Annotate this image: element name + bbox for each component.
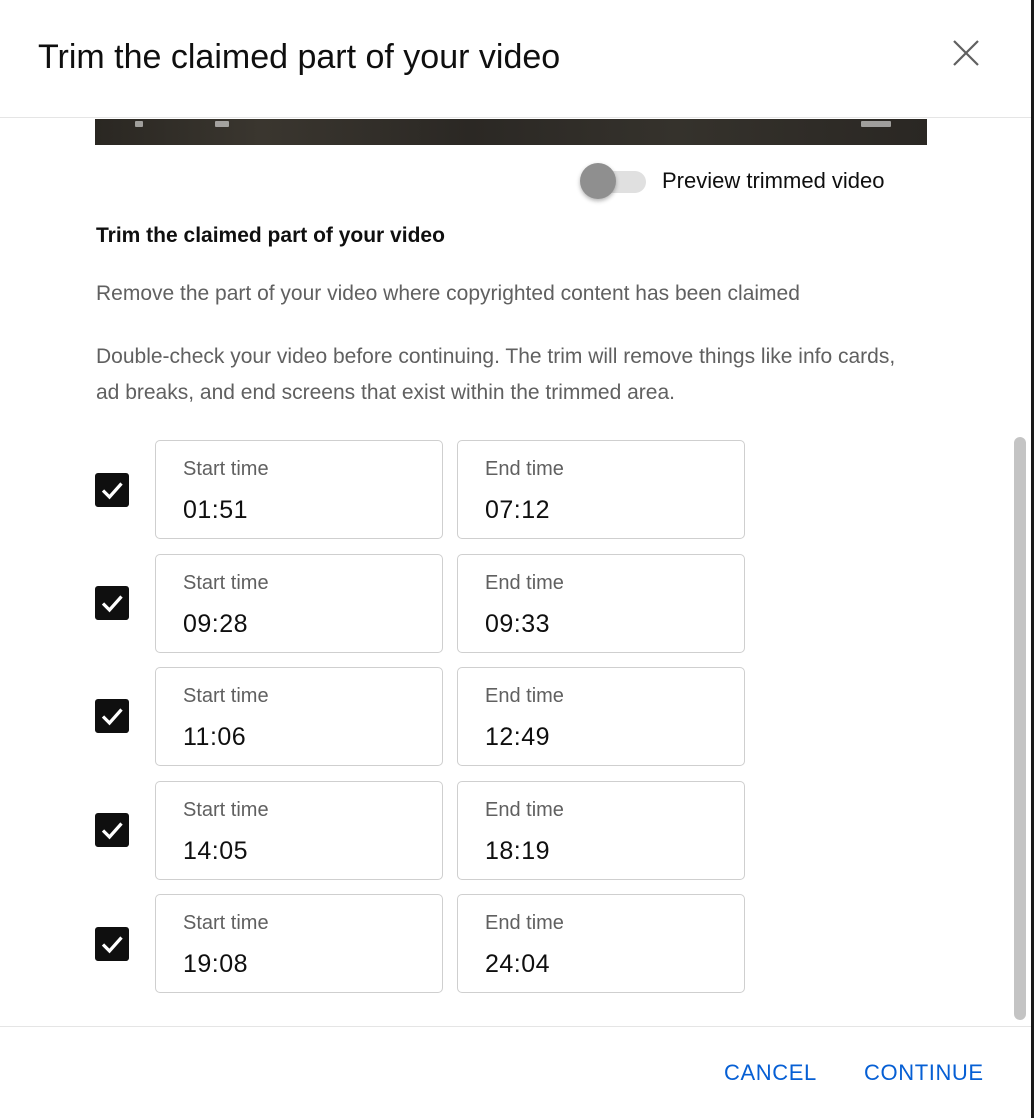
segment-row: Start time 14:05 End time 18:19 xyxy=(0,781,760,881)
checkmark-icon xyxy=(101,708,123,726)
volume-icon xyxy=(215,121,229,127)
end-time-field[interactable]: End time 18:19 xyxy=(457,781,745,880)
start-time-field[interactable]: Start time 19:08 xyxy=(155,894,443,993)
end-time-label: End time xyxy=(485,458,564,480)
checkmark-icon xyxy=(101,482,123,500)
start-time-label: Start time xyxy=(183,799,269,821)
toggle-knob xyxy=(580,163,616,199)
dialog-header: Trim the claimed part of your video xyxy=(0,0,1031,118)
checkmark-icon xyxy=(101,595,123,613)
start-time-field[interactable]: Start time 01:51 xyxy=(155,440,443,539)
start-time-label: Start time xyxy=(183,458,269,480)
play-icon xyxy=(135,121,143,127)
end-time-label: End time xyxy=(485,799,564,821)
close-button[interactable] xyxy=(944,31,988,75)
fullscreen-icon xyxy=(861,121,891,127)
dialog-footer: CANCEL CONTINUE xyxy=(0,1026,1031,1118)
preview-toggle[interactable] xyxy=(580,163,648,199)
segment-checkbox[interactable] xyxy=(95,586,129,620)
section-title: Trim the claimed part of your video xyxy=(96,224,445,247)
close-icon xyxy=(953,40,979,66)
segment-checkbox[interactable] xyxy=(95,927,129,961)
end-time-field[interactable]: End time 09:33 xyxy=(457,554,745,653)
trim-dialog: Trim the claimed part of your video Prev… xyxy=(0,0,1034,1118)
scrollbar-thumb[interactable] xyxy=(1014,437,1026,1020)
segment-row: Start time 11:06 End time 12:49 xyxy=(0,667,760,767)
end-time-field[interactable]: End time 24:04 xyxy=(457,894,745,993)
dialog-title: Trim the claimed part of your video xyxy=(38,38,561,76)
start-time-field[interactable]: Start time 11:06 xyxy=(155,667,443,766)
end-time-value: 09:33 xyxy=(485,610,551,638)
end-time-field[interactable]: End time 07:12 xyxy=(457,440,745,539)
end-time-value: 07:12 xyxy=(485,496,551,524)
start-time-label: Start time xyxy=(183,685,269,707)
end-time-value: 18:19 xyxy=(485,837,551,865)
end-time-label: End time xyxy=(485,912,564,934)
preview-toggle-label: Preview trimmed video xyxy=(662,168,885,193)
description-claim: Remove the part of your video where copy… xyxy=(96,282,800,305)
start-time-value: 11:06 xyxy=(183,723,247,751)
end-time-label: End time xyxy=(485,572,564,594)
segment-row: Start time 09:28 End time 09:33 xyxy=(0,554,760,654)
end-time-value: 24:04 xyxy=(485,950,551,978)
end-time-label: End time xyxy=(485,685,564,707)
segment-checkbox[interactable] xyxy=(95,473,129,507)
start-time-field[interactable]: Start time 09:28 xyxy=(155,554,443,653)
start-time-value: 14:05 xyxy=(183,837,249,865)
cancel-button[interactable]: CANCEL xyxy=(724,1059,817,1087)
start-time-field[interactable]: Start time 14:05 xyxy=(155,781,443,880)
checkmark-icon xyxy=(101,822,123,840)
segment-checkbox[interactable] xyxy=(95,699,129,733)
description-warning: Double-check your video before continuin… xyxy=(96,345,896,404)
start-time-value: 19:08 xyxy=(183,950,249,978)
video-player[interactable] xyxy=(95,119,927,145)
end-time-value: 12:49 xyxy=(485,723,551,751)
start-time-label: Start time xyxy=(183,912,269,934)
end-time-field[interactable]: End time 12:49 xyxy=(457,667,745,766)
start-time-value: 09:28 xyxy=(183,610,249,638)
start-time-label: Start time xyxy=(183,572,269,594)
segment-checkbox[interactable] xyxy=(95,813,129,847)
start-time-value: 01:51 xyxy=(183,496,249,524)
segment-row: Start time 19:08 End time 24:04 xyxy=(0,894,760,994)
continue-button[interactable]: CONTINUE xyxy=(864,1059,984,1087)
segment-row: Start time 01:51 End time 07:12 xyxy=(0,440,760,540)
checkmark-icon xyxy=(101,936,123,954)
